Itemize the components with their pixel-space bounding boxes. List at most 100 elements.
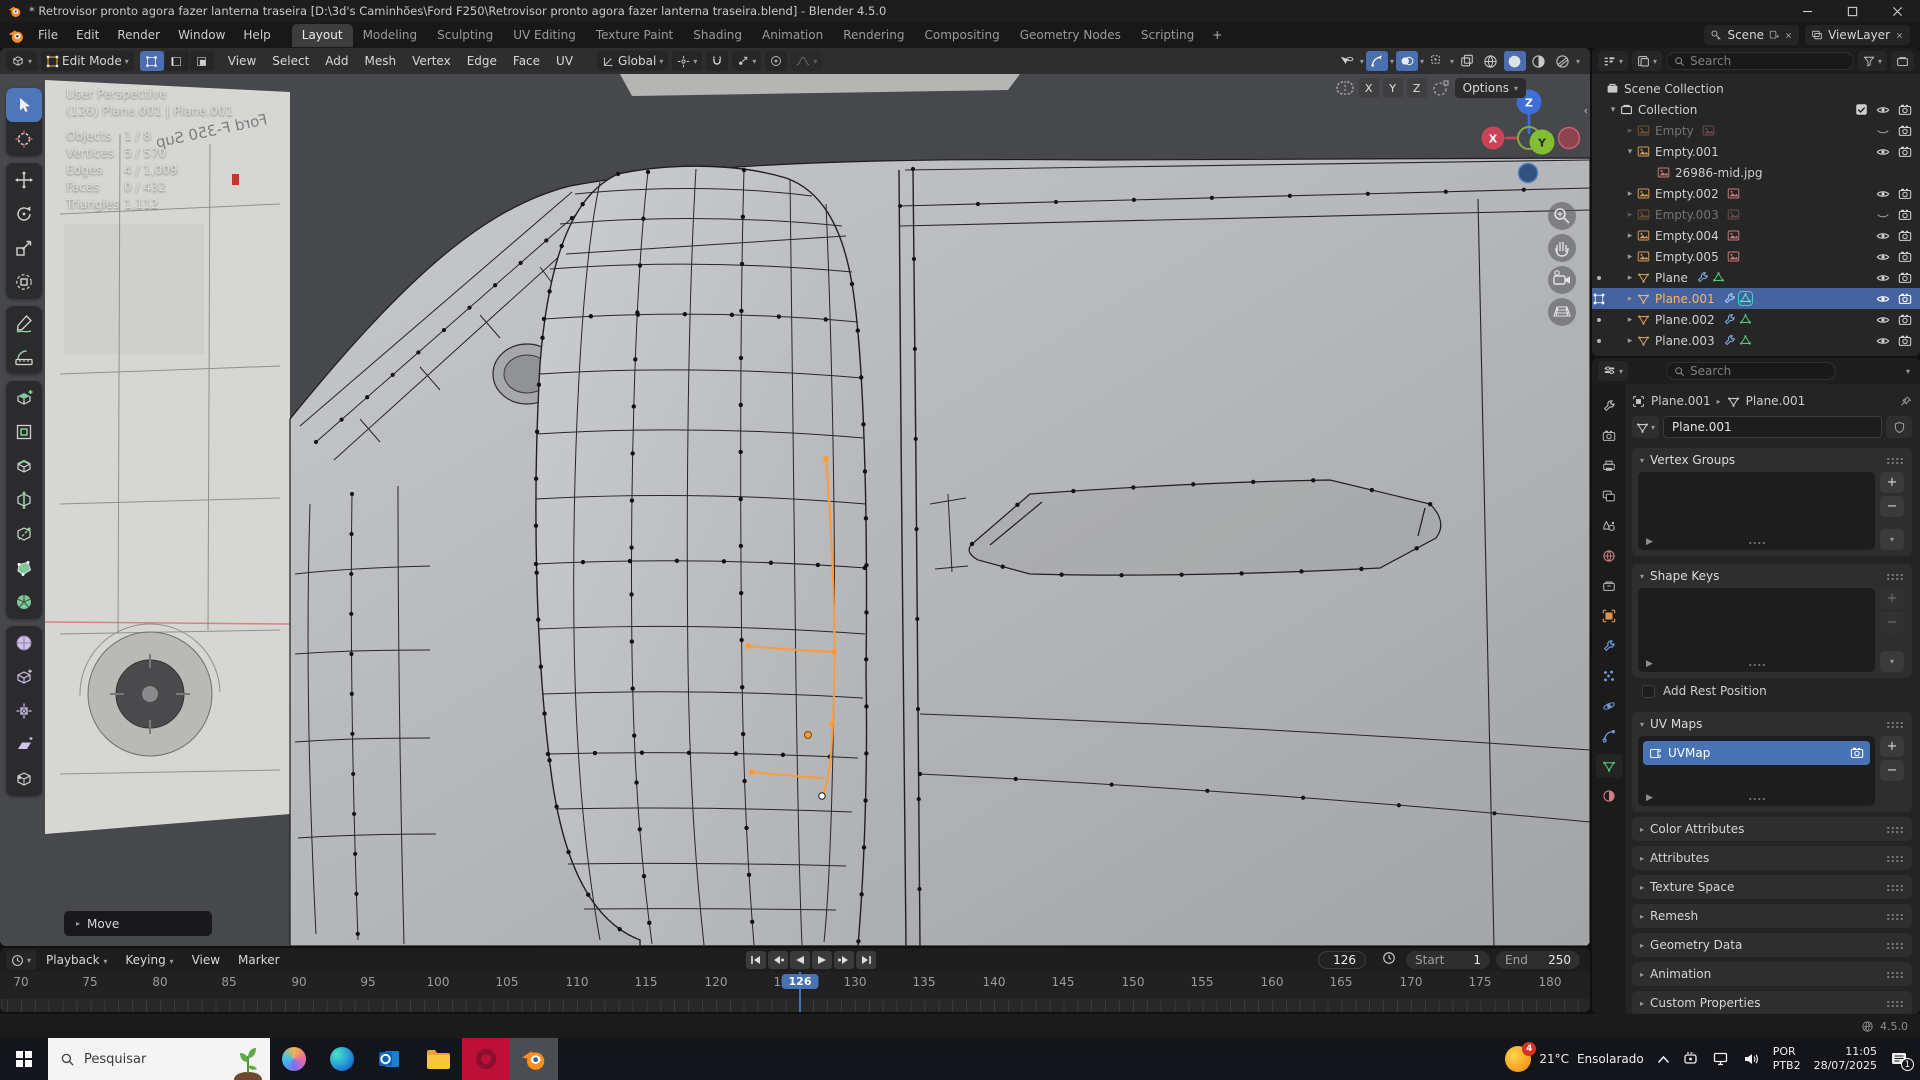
remove-viewlayer-icon[interactable] [1895, 31, 1904, 40]
frame-end-field[interactable]: End250 [1496, 951, 1580, 969]
outliner-display-mode-button[interactable]: ▾ [1632, 51, 1662, 71]
next-keyframe-button[interactable] [834, 951, 854, 969]
vp-menu-view[interactable]: View [220, 54, 264, 68]
timeline-menu-keying[interactable]: Keying ▾ [117, 953, 181, 967]
tool-annotate[interactable] [6, 306, 42, 340]
tab-geometry-nodes[interactable]: Geometry Nodes [1010, 24, 1131, 47]
tool-shrink-fatten[interactable] [6, 694, 42, 728]
datablock-name-field[interactable]: Plane.001 [1663, 416, 1882, 438]
menu-file[interactable]: File [29, 26, 67, 44]
geometry-data-panel[interactable]: ▸Geometry Data [1632, 933, 1912, 957]
panel-grip[interactable] [1886, 721, 1904, 728]
add-uvmap-button[interactable]: + [1880, 736, 1904, 757]
hide-icon[interactable] [1876, 334, 1890, 348]
hide-icon[interactable] [1876, 187, 1890, 201]
hidden-icon[interactable] [1876, 208, 1890, 222]
gizmos-toggle[interactable] [1366, 51, 1388, 71]
screen-record-icon[interactable] [1683, 1052, 1700, 1066]
proportional-editing-toggle[interactable] [765, 51, 787, 71]
jump-to-start-button[interactable] [746, 951, 766, 969]
timeline-menu-marker[interactable]: Marker [230, 953, 287, 967]
jump-to-end-button[interactable] [856, 951, 876, 969]
tool-measure[interactable] [6, 340, 42, 374]
vp-menu-select[interactable]: Select [264, 54, 317, 68]
tab-collection[interactable] [1596, 574, 1622, 598]
animation-panel[interactable]: ▸Animation [1632, 962, 1912, 986]
outliner-row-plane-001[interactable]: ▸ Plane.001 [1592, 288, 1920, 309]
render-visibility-icon[interactable] [1898, 250, 1912, 264]
tab-render[interactable] [1596, 424, 1622, 448]
tool-inset-faces[interactable] [6, 415, 42, 449]
viewport-3d[interactable]: ▾ Edit Mode▾ View Select Add Mesh Vertex… [0, 48, 1590, 946]
panel-grip[interactable] [1886, 573, 1904, 580]
shading-material-button[interactable] [1528, 51, 1550, 71]
new-collection-button[interactable] [1891, 51, 1914, 71]
exclude-checkbox[interactable] [1855, 103, 1868, 116]
clock-widget[interactable]: 11:0528/07/2025 [1814, 1045, 1877, 1073]
tab-scene[interactable] [1596, 514, 1622, 538]
uv-maps-list[interactable]: UVMap ▶ [1638, 736, 1875, 806]
tab-shading[interactable]: Shading [683, 24, 752, 47]
transform-orientation[interactable]: Global▾ [597, 51, 668, 71]
timeline-menu-view[interactable]: View [184, 953, 228, 967]
properties-editor-type-button[interactable]: ▾ [1598, 361, 1628, 381]
start-button[interactable] [0, 1038, 48, 1080]
breadcrumb-object[interactable]: Plane.001 [1651, 394, 1711, 408]
tab-scripting[interactable]: Scripting [1131, 24, 1204, 47]
tab-layout[interactable]: Layout [292, 24, 353, 47]
outliner-row-plane-003[interactable]: ▸ Plane.003 [1592, 330, 1920, 351]
render-visibility-icon[interactable] [1898, 313, 1912, 327]
tool-shear[interactable] [6, 728, 42, 762]
tab-tool[interactable] [1596, 394, 1622, 418]
tool-knife[interactable] [6, 517, 42, 551]
hide-icon[interactable] [1876, 103, 1890, 117]
editor-type-button[interactable]: ▾ [6, 51, 37, 71]
tool-scale[interactable] [6, 231, 42, 265]
outliner-row-plane[interactable]: ▸ Plane [1592, 267, 1920, 288]
outliner-row-empty-001[interactable]: ▾ Empty.001 [1592, 141, 1920, 162]
shading-solid-button[interactable] [1504, 51, 1526, 71]
tab-object-data[interactable] [1596, 754, 1622, 778]
taskbar-app-explorer[interactable] [414, 1038, 462, 1080]
outliner-row-empty-003[interactable]: ▸ Empty.003 [1592, 204, 1920, 225]
edge-select-toggle[interactable] [165, 51, 189, 71]
tool-cursor[interactable] [6, 122, 42, 156]
close-button[interactable] [1875, 0, 1920, 22]
maximize-button[interactable] [1830, 0, 1875, 22]
render-visibility-icon[interactable] [1898, 271, 1912, 285]
options-button[interactable]: Options▾ [1455, 78, 1526, 98]
add-vertex-group-button[interactable]: + [1880, 472, 1904, 493]
render-uv-icon[interactable] [1850, 746, 1864, 760]
render-visibility-icon[interactable] [1898, 124, 1912, 138]
shading-rendered-button[interactable] [1552, 51, 1574, 71]
tab-world[interactable] [1596, 544, 1622, 568]
remesh-panel[interactable]: ▸Remesh [1632, 904, 1912, 928]
tab-modeling[interactable]: Modeling [353, 24, 428, 47]
menu-render[interactable]: Render [108, 26, 169, 44]
blender-menu-icon[interactable] [8, 27, 25, 44]
tab-particles[interactable] [1596, 664, 1622, 688]
ortho-toggle-button[interactable] [1548, 298, 1576, 326]
shape-keys-header[interactable]: ▾Shape Keys [1632, 564, 1912, 588]
tool-bevel[interactable] [6, 449, 42, 483]
pin-icon[interactable] [1899, 395, 1912, 408]
outliner-search[interactable]: Search [1666, 52, 1854, 70]
vertex-select-toggle[interactable] [140, 51, 164, 71]
vp-menu-face[interactable]: Face [505, 54, 548, 68]
tab-material[interactable] [1596, 784, 1622, 808]
frame-start-field[interactable]: Start1 [1406, 951, 1490, 969]
tool-transform[interactable] [6, 265, 42, 299]
outliner-filter-button[interactable]: ▾ [1858, 51, 1887, 71]
timeline-editor-type-button[interactable]: ▾ [6, 950, 36, 970]
tool-rotate[interactable] [6, 197, 42, 231]
render-visibility-icon[interactable] [1898, 292, 1912, 306]
render-visibility-icon[interactable] [1898, 145, 1912, 159]
timeline-ruler[interactable]: 70 75 80 85 90 95 100 105 110 115 120 12… [0, 972, 1590, 1012]
render-visibility-icon[interactable] [1898, 187, 1912, 201]
tool-smooth[interactable] [6, 626, 42, 660]
hidden-icon[interactable] [1876, 124, 1890, 138]
tab-view-layer[interactable] [1596, 484, 1622, 508]
mirror-y-button[interactable]: Y [1383, 78, 1403, 98]
mirror-z-button[interactable]: Z [1407, 78, 1427, 98]
pivot-point-button[interactable]: ▾ [672, 51, 702, 71]
